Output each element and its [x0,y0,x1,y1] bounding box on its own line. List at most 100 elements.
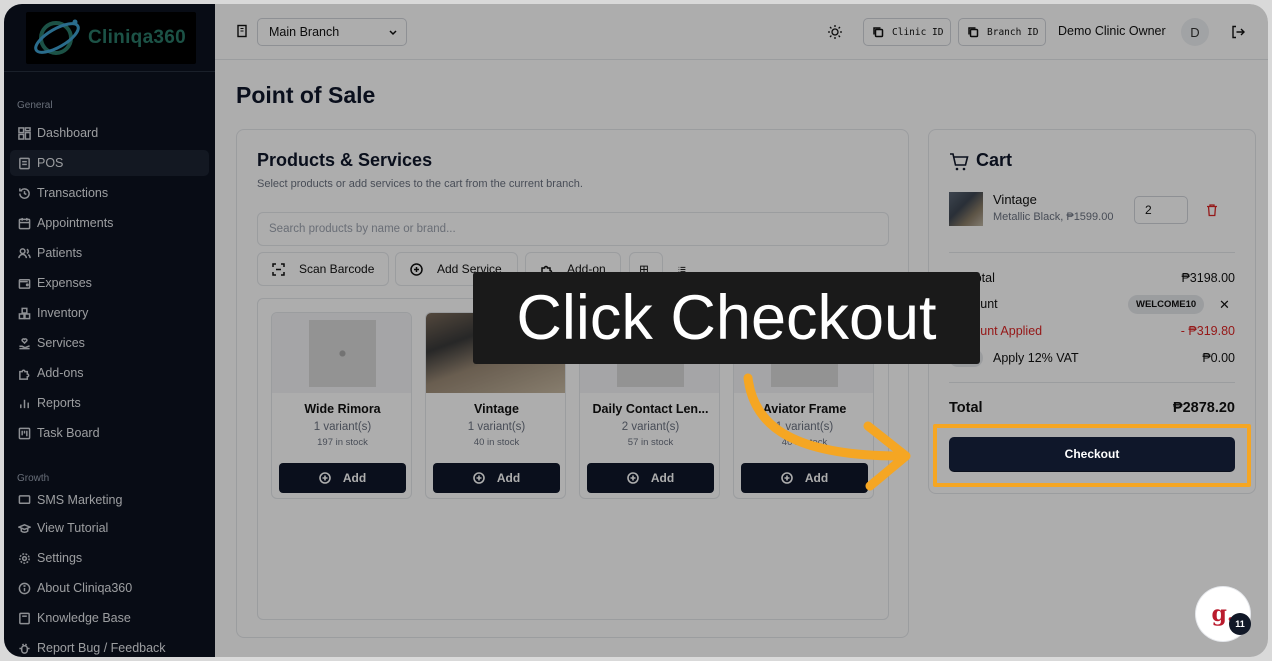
cart-title: Cart [976,150,1013,170]
add-product-button[interactable]: Add [433,463,560,493]
sidebar-item-expenses[interactable]: Expenses [10,270,209,296]
sidebar-item-appointments[interactable]: Appointments [10,210,209,236]
sidebar-item-label: Dashboard [37,126,99,140]
branch-select-value: Main Branch [269,25,340,39]
brand-logo[interactable]: Cliniqa360 [26,12,196,64]
sidebar-item-view-tutorial[interactable]: View Tutorial [10,515,209,541]
hand-heart-icon [17,336,31,350]
avatar[interactable]: D [1181,18,1209,46]
brand-name: Cliniqa360 [88,27,187,48]
dashboard-icon [17,126,31,140]
scan-barcode-button[interactable]: Scan Barcode [257,252,389,286]
sidebar-item-patients[interactable]: Patients [10,240,209,266]
sidebar-divider [4,71,215,72]
sidebar-item-settings[interactable]: Settings [10,545,209,571]
sidebar-item-label: About Cliniqa360 [37,581,133,595]
top-bar: Main Branch Clinic ID Branch ID Demo Cli… [215,4,1268,60]
sidebar-item-report-bug[interactable]: Report Bug / Feedback [10,635,209,657]
sidebar-item-dashboard[interactable]: Dashboard [10,120,209,146]
product-stock: 57 in stock [627,437,674,448]
copy-icon [873,27,884,38]
gear-icon [17,551,31,565]
bar-chart-icon [17,396,31,410]
add-label: Add [496,471,521,485]
notification-badge: 11 [1229,613,1251,635]
sidebar-item-label: Add-ons [37,366,84,380]
product-variants: 1 variant(s) [313,421,372,433]
sidebar-item-label: Appointments [37,216,114,230]
graduation-cap-icon [17,521,31,535]
sidebar-item-pos[interactable]: POS [10,150,209,176]
sidebar-item-task-board[interactable]: Task Board [10,420,209,446]
copy-branch-id-button[interactable]: Branch ID [958,18,1046,46]
cart-item-image [949,192,983,226]
plus-circle-icon [627,472,639,484]
sidebar-item-services[interactable]: Services [10,330,209,356]
tutorial-callout: Click Checkout [473,272,980,364]
divider [949,252,1235,253]
discount-applied-value: - ₱319.80 [1180,324,1235,338]
sidebar-item-reports[interactable]: Reports [10,390,209,416]
puzzle-icon [17,366,31,380]
sidebar-item-about[interactable]: About Cliniqa360 [10,575,209,601]
add-product-button[interactable]: Add [279,463,406,493]
sidebar-item-label: Reports [37,396,81,410]
plus-circle-icon [410,262,423,276]
product-name: Wide Rimora [304,402,381,416]
search-input[interactable]: Search products by name or brand... [257,212,889,246]
sidebar-item-label: SMS Marketing [37,493,123,507]
scan-barcode-label: Scan Barcode [299,262,375,276]
products-subtitle: Select products or add services to the c… [257,178,583,190]
add-label: Add [342,471,367,485]
sidebar-item-label: Transactions [37,186,109,200]
chevron-down-icon [389,30,397,36]
sidebar-item-label: POS [37,156,64,170]
copy-icon [968,27,979,38]
divider [949,382,1235,383]
copy-clinic-id-button[interactable]: Clinic ID [863,18,951,46]
tutorial-arrow-icon [743,373,911,491]
message-icon [17,493,31,507]
sidebar-item-addons[interactable]: Add-ons [10,360,209,386]
sidebar-item-label: View Tutorial [37,521,109,535]
trash-icon[interactable] [1205,203,1219,217]
highlighted-checkout-button[interactable]: Checkout [949,437,1235,471]
cart-item-meta: Metallic Black, ₱1599.00 [993,211,1114,223]
quantity-input[interactable]: 2 [1134,196,1188,224]
group-label-growth: Growth [17,473,50,484]
sidebar-item-label: Services [37,336,85,350]
product-card[interactable]: ⬤ Wide Rimora 1 variant(s) 197 in stock … [271,312,412,499]
scan-icon [272,262,285,276]
clinic-id-label: Clinic ID [892,26,944,38]
receipt-icon [17,156,31,170]
sidebar-item-label: Knowledge Base [37,611,131,625]
sidebar-item-inventory[interactable]: Inventory [10,300,209,326]
page-title: Point of Sale [236,82,376,108]
sidebar: Cliniqa360 General Dashboard POS Transac… [4,4,215,657]
product-variants: 1 variant(s) [467,421,526,433]
calendar-icon [17,216,31,230]
book-icon [17,611,31,625]
kanban-icon [17,426,31,440]
sidebar-item-knowledge-base[interactable]: Knowledge Base [10,605,209,631]
plus-circle-icon [319,472,331,484]
remove-coupon-close-icon[interactable]: ✕ [1219,297,1230,313]
vat-label: Apply 12% VAT [993,351,1079,365]
sun-icon[interactable] [827,24,843,40]
sidebar-item-transactions[interactable]: Transactions [10,180,209,206]
app-frame: Cliniqa360 General Dashboard POS Transac… [4,4,1268,657]
cart-icon [950,153,969,171]
product-name: Daily Contact Len... [592,402,709,416]
product-variants: 2 variant(s) [621,421,680,433]
product-stock: 40 in stock [473,437,520,448]
user-name: Demo Clinic Owner [1058,24,1166,38]
wallet-icon [17,276,31,290]
sidebar-item-sms-marketing[interactable]: SMS Marketing [10,493,209,507]
branch-select[interactable]: Main Branch [257,18,407,46]
logout-icon[interactable] [1230,24,1246,40]
total-value: ₱2878.20 [1172,400,1235,416]
add-product-button[interactable]: Add [587,463,714,493]
users-icon [17,246,31,260]
sidebar-item-label: Task Board [37,426,100,440]
history-icon [17,186,31,200]
